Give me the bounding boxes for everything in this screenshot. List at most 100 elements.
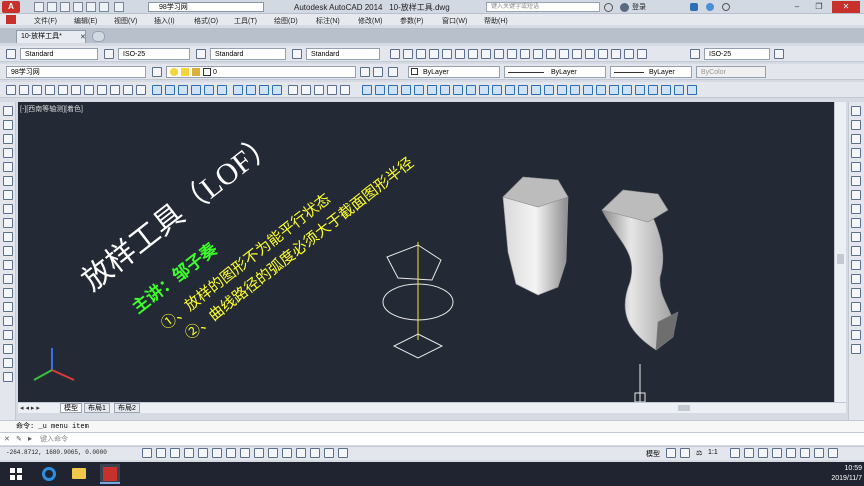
object-snap-tracking-icon[interactable] [240,448,250,458]
user-icon[interactable] [620,3,629,12]
start-icon[interactable] [10,468,22,480]
solidedit-icon[interactable] [570,85,580,95]
new-tab-button[interactable] [92,31,105,42]
3d-rotate-icon[interactable] [246,85,256,95]
layer-properties-icon[interactable] [152,67,162,77]
hardware-acceleration-icon[interactable] [786,448,796,458]
rotate-faces-icon[interactable] [427,85,437,95]
command-input[interactable]: 键入命令 [0,432,864,445]
flatshot-icon[interactable] [340,85,350,95]
annotation-scale[interactable]: 1:1 [708,449,718,456]
quick-dim-icon[interactable] [494,49,504,59]
menu-tools[interactable]: 工具(T) [234,16,257,26]
ortho-mode-icon[interactable] [184,448,194,458]
offset-faces-icon[interactable] [401,85,411,95]
dim-linear-icon[interactable] [390,49,400,59]
inspection-icon[interactable] [585,49,595,59]
quick-properties-icon[interactable] [310,448,320,458]
copy-edges-icon[interactable] [479,85,489,95]
text-style-icon[interactable] [6,49,16,59]
polyline-icon[interactable] [3,134,13,144]
drawing-canvas[interactable]: 放样工具（LOF） 主讲：邹子奏 ①、放样的图形不为能平行状态 ②、曲线路径的弧… [18,102,834,403]
array-icon[interactable] [851,162,861,172]
help-icon[interactable] [722,3,730,11]
tab-layout1[interactable]: 布局1 [84,403,110,413]
gradient-icon[interactable] [3,316,13,326]
model-space-button[interactable]: 模型 [646,449,660,459]
quick-view-layouts-icon[interactable] [666,448,676,458]
dim-break-icon[interactable] [546,49,556,59]
dim-continue-icon[interactable] [520,49,530,59]
color-edges-icon[interactable] [492,85,502,95]
menu-file[interactable]: 文件(F) [34,16,57,26]
color-faces-icon[interactable] [466,85,476,95]
planar-surface-icon[interactable] [110,85,120,95]
slice-icon[interactable] [288,85,298,95]
text-style-dropdown[interactable]: Standard [20,48,98,60]
layout-nav-arrows[interactable]: ◂ ◂ ▸ ▸ [20,404,40,412]
annotation-visibility-icon[interactable] [730,448,740,458]
imprint-icon[interactable] [505,85,515,95]
toolbar-lock-icon[interactable] [772,448,782,458]
3d-move-icon[interactable] [233,85,243,95]
exchange-icon[interactable] [690,3,698,11]
blend-curves-icon[interactable] [851,330,861,340]
extend-icon[interactable] [851,246,861,256]
extract-edges-icon[interactable] [362,85,372,95]
dim-arc-icon[interactable] [416,49,426,59]
lineweight-icon[interactable] [282,448,292,458]
save-as-icon[interactable] [73,2,83,12]
union-icon[interactable] [191,85,201,95]
clean-screen-icon[interactable] [828,448,838,458]
open-file-icon[interactable] [47,2,57,12]
status-bar-menu-icon[interactable] [814,448,824,458]
close-command-icon[interactable]: ✕ [4,435,10,443]
object-snap-icon[interactable] [212,448,222,458]
close-icon[interactable]: ✕ [832,1,860,13]
check-icon[interactable] [557,85,567,95]
shell-icon[interactable] [544,85,554,95]
copy-icon[interactable] [851,120,861,130]
grid-display-icon[interactable] [170,448,180,458]
transparency-icon[interactable] [296,448,306,458]
insert-block-icon[interactable] [3,260,13,270]
cone-icon[interactable] [45,85,55,95]
infer-constraints-icon[interactable] [142,448,152,458]
dim-baseline-icon[interactable] [507,49,517,59]
copy-faces-icon[interactable] [453,85,463,95]
connect-icon[interactable] [706,3,714,11]
chamfer-icon[interactable] [851,302,861,312]
mleader-style-dropdown[interactable]: Standard [306,48,380,60]
file-explorer-icon[interactable] [72,468,86,479]
mtext-icon[interactable] [3,358,13,368]
fillet-icon[interactable] [851,316,861,326]
dynamic-ucs-icon[interactable] [254,448,264,458]
fillet-edge-icon[interactable] [583,85,593,95]
system-clock[interactable]: 10:59 2019/11/7 [826,464,862,484]
new-file-icon[interactable] [34,2,44,12]
selection-cycling-icon[interactable] [324,448,334,458]
break-at-point-icon[interactable] [851,260,861,270]
dim-aligned-icon[interactable] [403,49,413,59]
dim-update-icon[interactable] [637,49,647,59]
dim-style-dropdown[interactable]: ISO-25 [118,48,190,60]
stretch-icon[interactable] [851,218,861,228]
dim-ordinate-icon[interactable] [429,49,439,59]
dim-space-icon[interactable] [533,49,543,59]
dim-style-icon-right[interactable] [690,49,700,59]
coordinate-readout[interactable]: -264.8712, 1680.9065, 0.0000 [6,449,107,456]
helix-icon[interactable] [97,85,107,95]
rectangle-icon[interactable] [3,162,13,172]
menu-edit[interactable]: 编辑(E) [74,16,97,26]
mesh-smooth-icon[interactable] [635,85,645,95]
search-input[interactable]: 键入关键字或短语 [486,2,600,12]
wedge-icon[interactable] [58,85,68,95]
color-dropdown[interactable]: ByLayer [408,66,500,78]
menu-dimension[interactable]: 标注(N) [316,16,340,26]
sphere-icon[interactable] [19,85,29,95]
interfere-icon[interactable] [327,85,337,95]
undo-icon[interactable] [99,2,109,12]
annotation-monitor-icon[interactable] [338,448,348,458]
isolate-objects-icon[interactable] [800,448,810,458]
dim-radius-icon[interactable] [442,49,452,59]
